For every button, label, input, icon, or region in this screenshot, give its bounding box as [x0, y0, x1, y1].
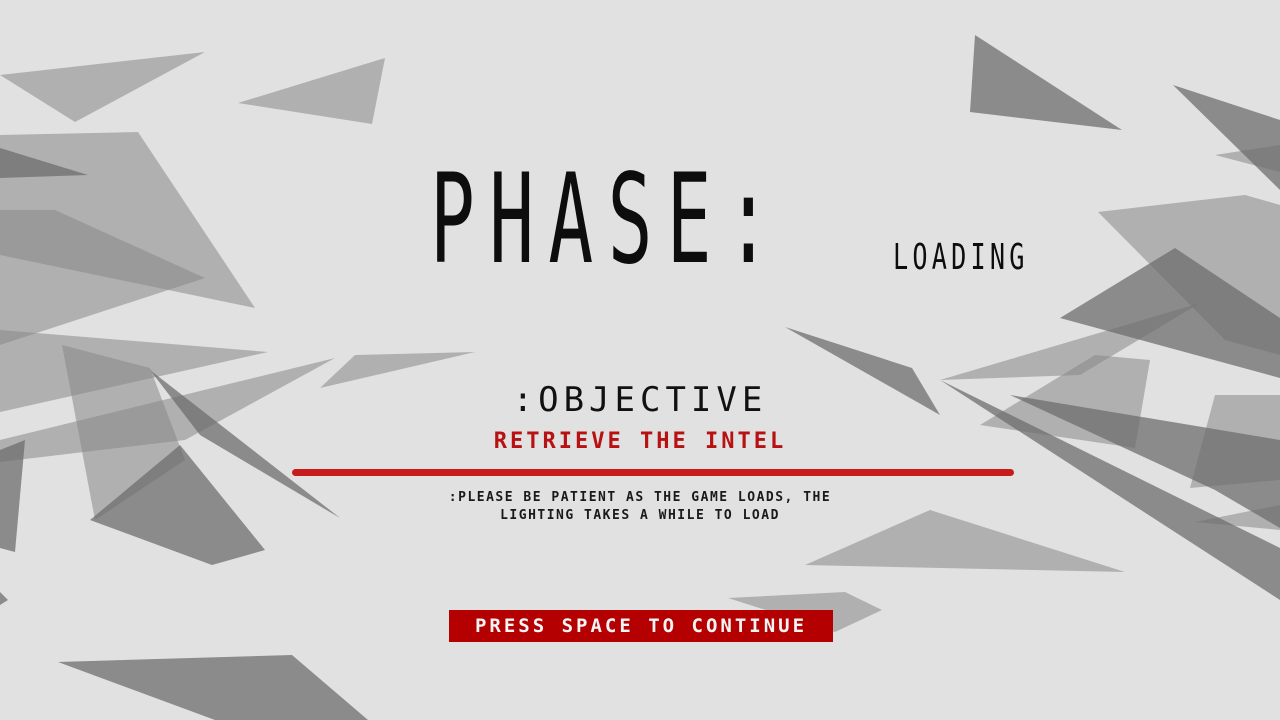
- loading-note-line-2: LIGHTING TAKES A WHILE TO LOAD: [500, 508, 780, 523]
- shard: [970, 35, 1122, 130]
- continue-button[interactable]: PRESS SPACE TO CONTINUE: [449, 610, 833, 642]
- objective-text: RETRIEVE THE INTEL: [493, 429, 787, 454]
- red-divider: [292, 469, 1014, 476]
- loading-note-line-1: :PLEASE BE PATIENT AS THE GAME LOADS, TH…: [448, 490, 832, 505]
- shard: [1173, 85, 1280, 190]
- shard: [58, 655, 368, 720]
- shard: [0, 592, 8, 605]
- shard: [238, 58, 385, 124]
- loading-note: :PLEASE BE PATIENT AS THE GAME LOADS, TH…: [0, 489, 1280, 525]
- objective-heading: :OBJECTIVE: [512, 380, 768, 420]
- loading-label: LOADING: [893, 237, 1029, 278]
- shard: [0, 52, 205, 122]
- game-title: PHASE:: [430, 148, 786, 292]
